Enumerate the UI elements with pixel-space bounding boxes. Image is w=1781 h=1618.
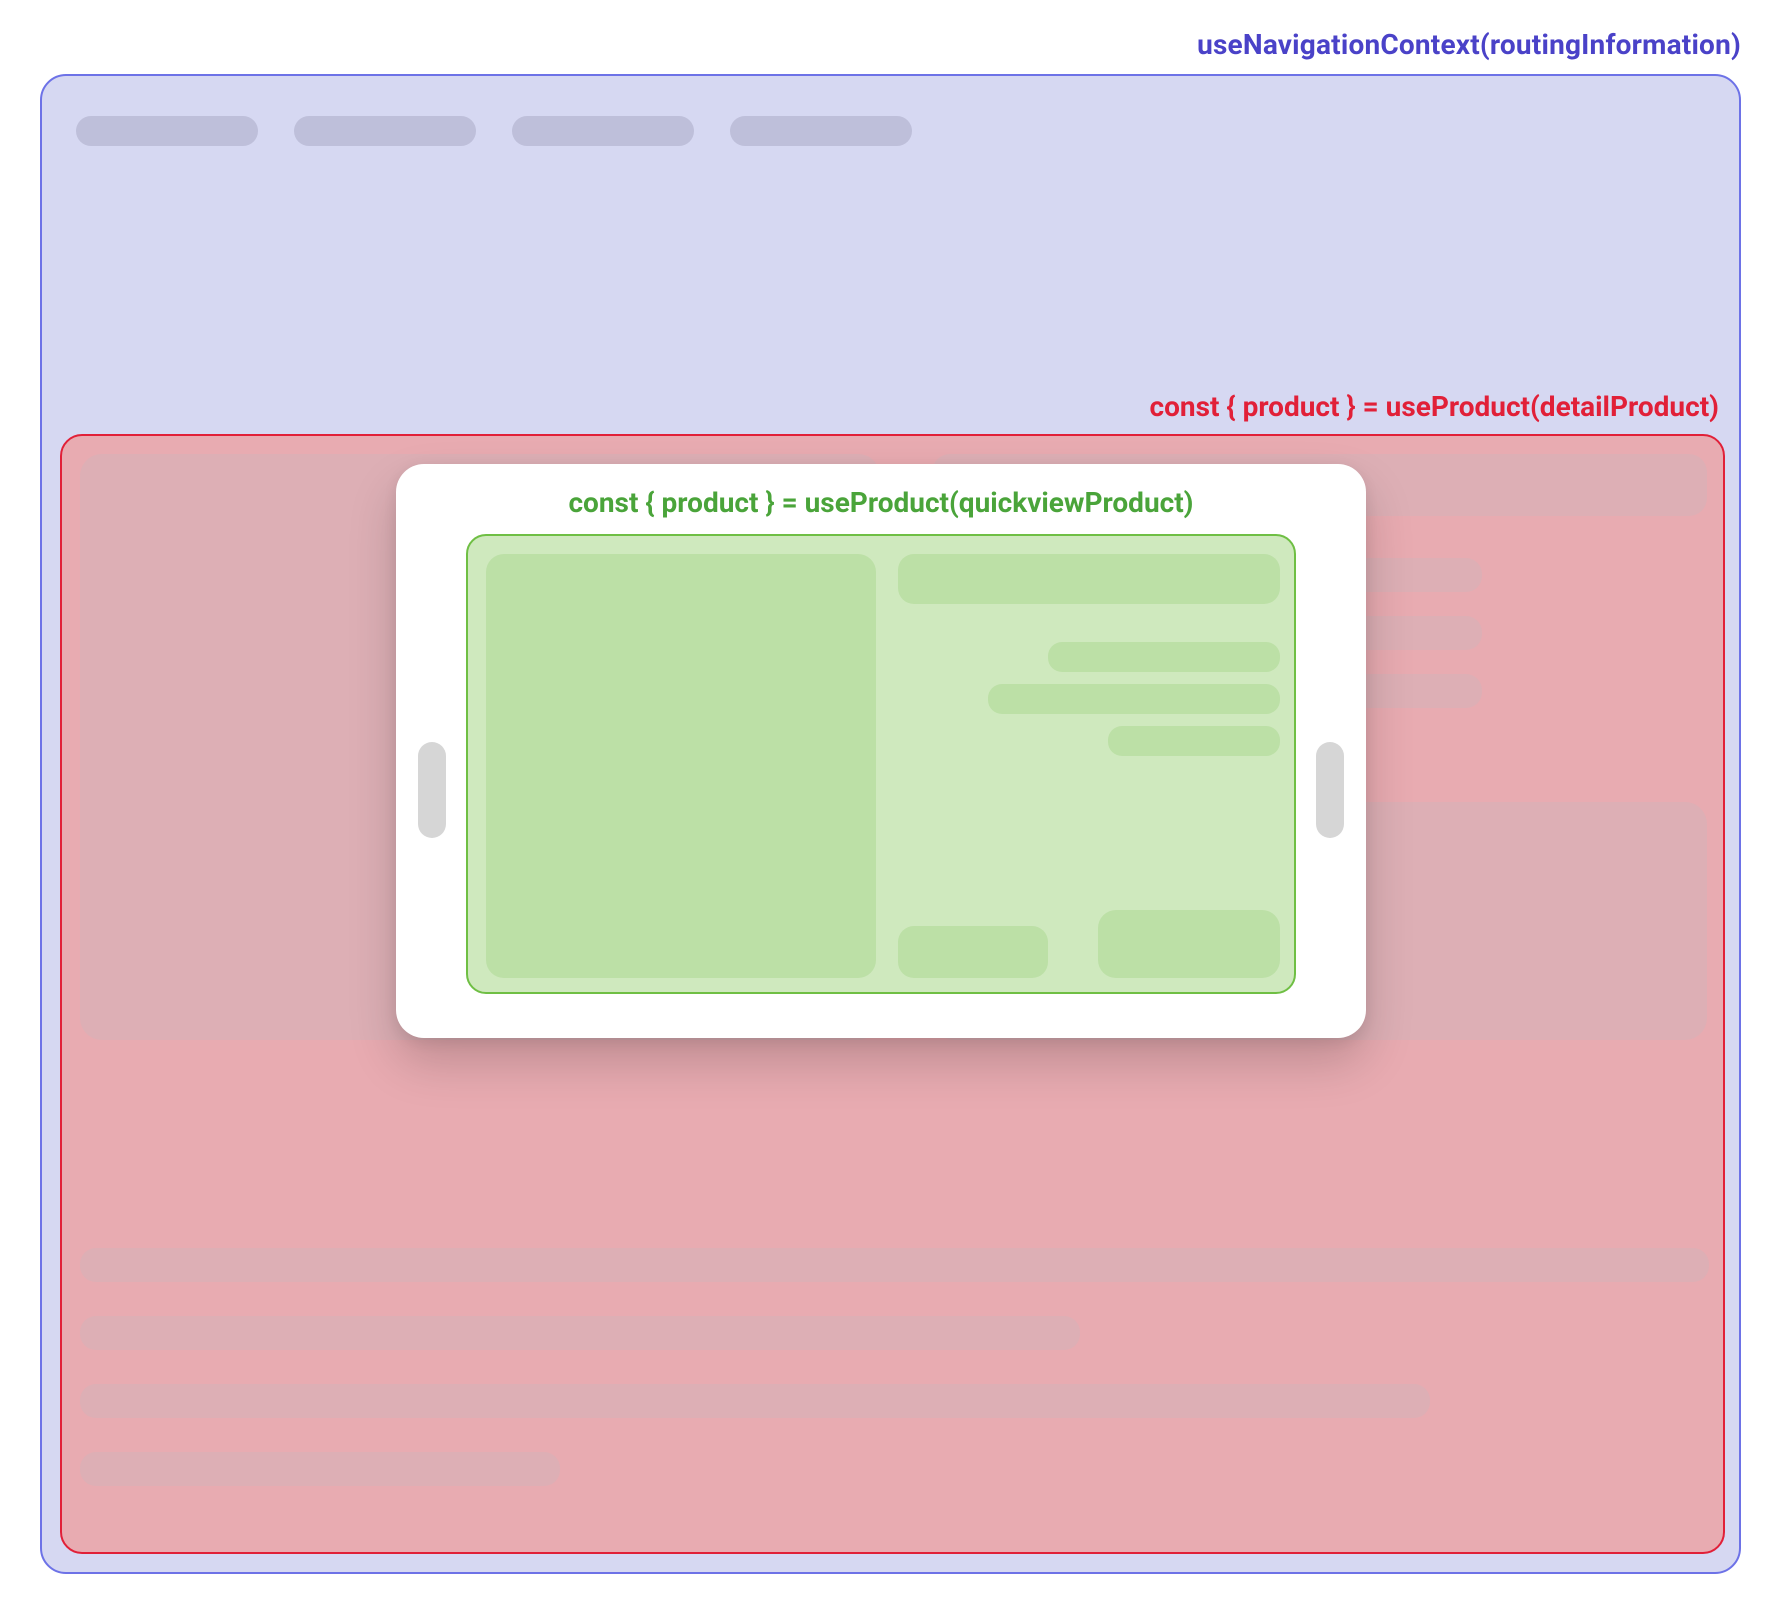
paragraph-line-placeholder xyxy=(80,1248,1709,1282)
nav-item-placeholder xyxy=(76,116,258,146)
paragraph-line-placeholder xyxy=(80,1384,1430,1418)
quickview-line-placeholder xyxy=(1108,726,1280,756)
quickview-product-box xyxy=(466,534,1296,994)
nav-item-placeholder xyxy=(512,116,694,146)
carousel-next-handle[interactable] xyxy=(1316,742,1344,838)
quickview-product-label: const { product } = useProduct(quickview… xyxy=(396,486,1366,519)
nav-bar xyxy=(76,116,912,146)
quickview-line-placeholder xyxy=(988,684,1280,714)
quickview-line-placeholder xyxy=(1048,642,1280,672)
navigation-context-label: useNavigationContext(routingInformation) xyxy=(1197,28,1741,61)
detail-product-label: const { product } = useProduct(detailPro… xyxy=(1149,390,1719,423)
nav-item-placeholder xyxy=(294,116,476,146)
paragraph-line-placeholder xyxy=(80,1452,560,1486)
paragraph-line-placeholder xyxy=(80,1316,1080,1350)
quickview-card: const { product } = useProduct(quickview… xyxy=(396,464,1366,1038)
quickview-button-placeholder xyxy=(898,926,1048,978)
nav-item-placeholder xyxy=(730,116,912,146)
carousel-prev-handle[interactable] xyxy=(418,742,446,838)
quickview-button-placeholder xyxy=(1098,910,1280,978)
quickview-title-placeholder xyxy=(898,554,1280,604)
quickview-image-placeholder xyxy=(486,554,876,978)
